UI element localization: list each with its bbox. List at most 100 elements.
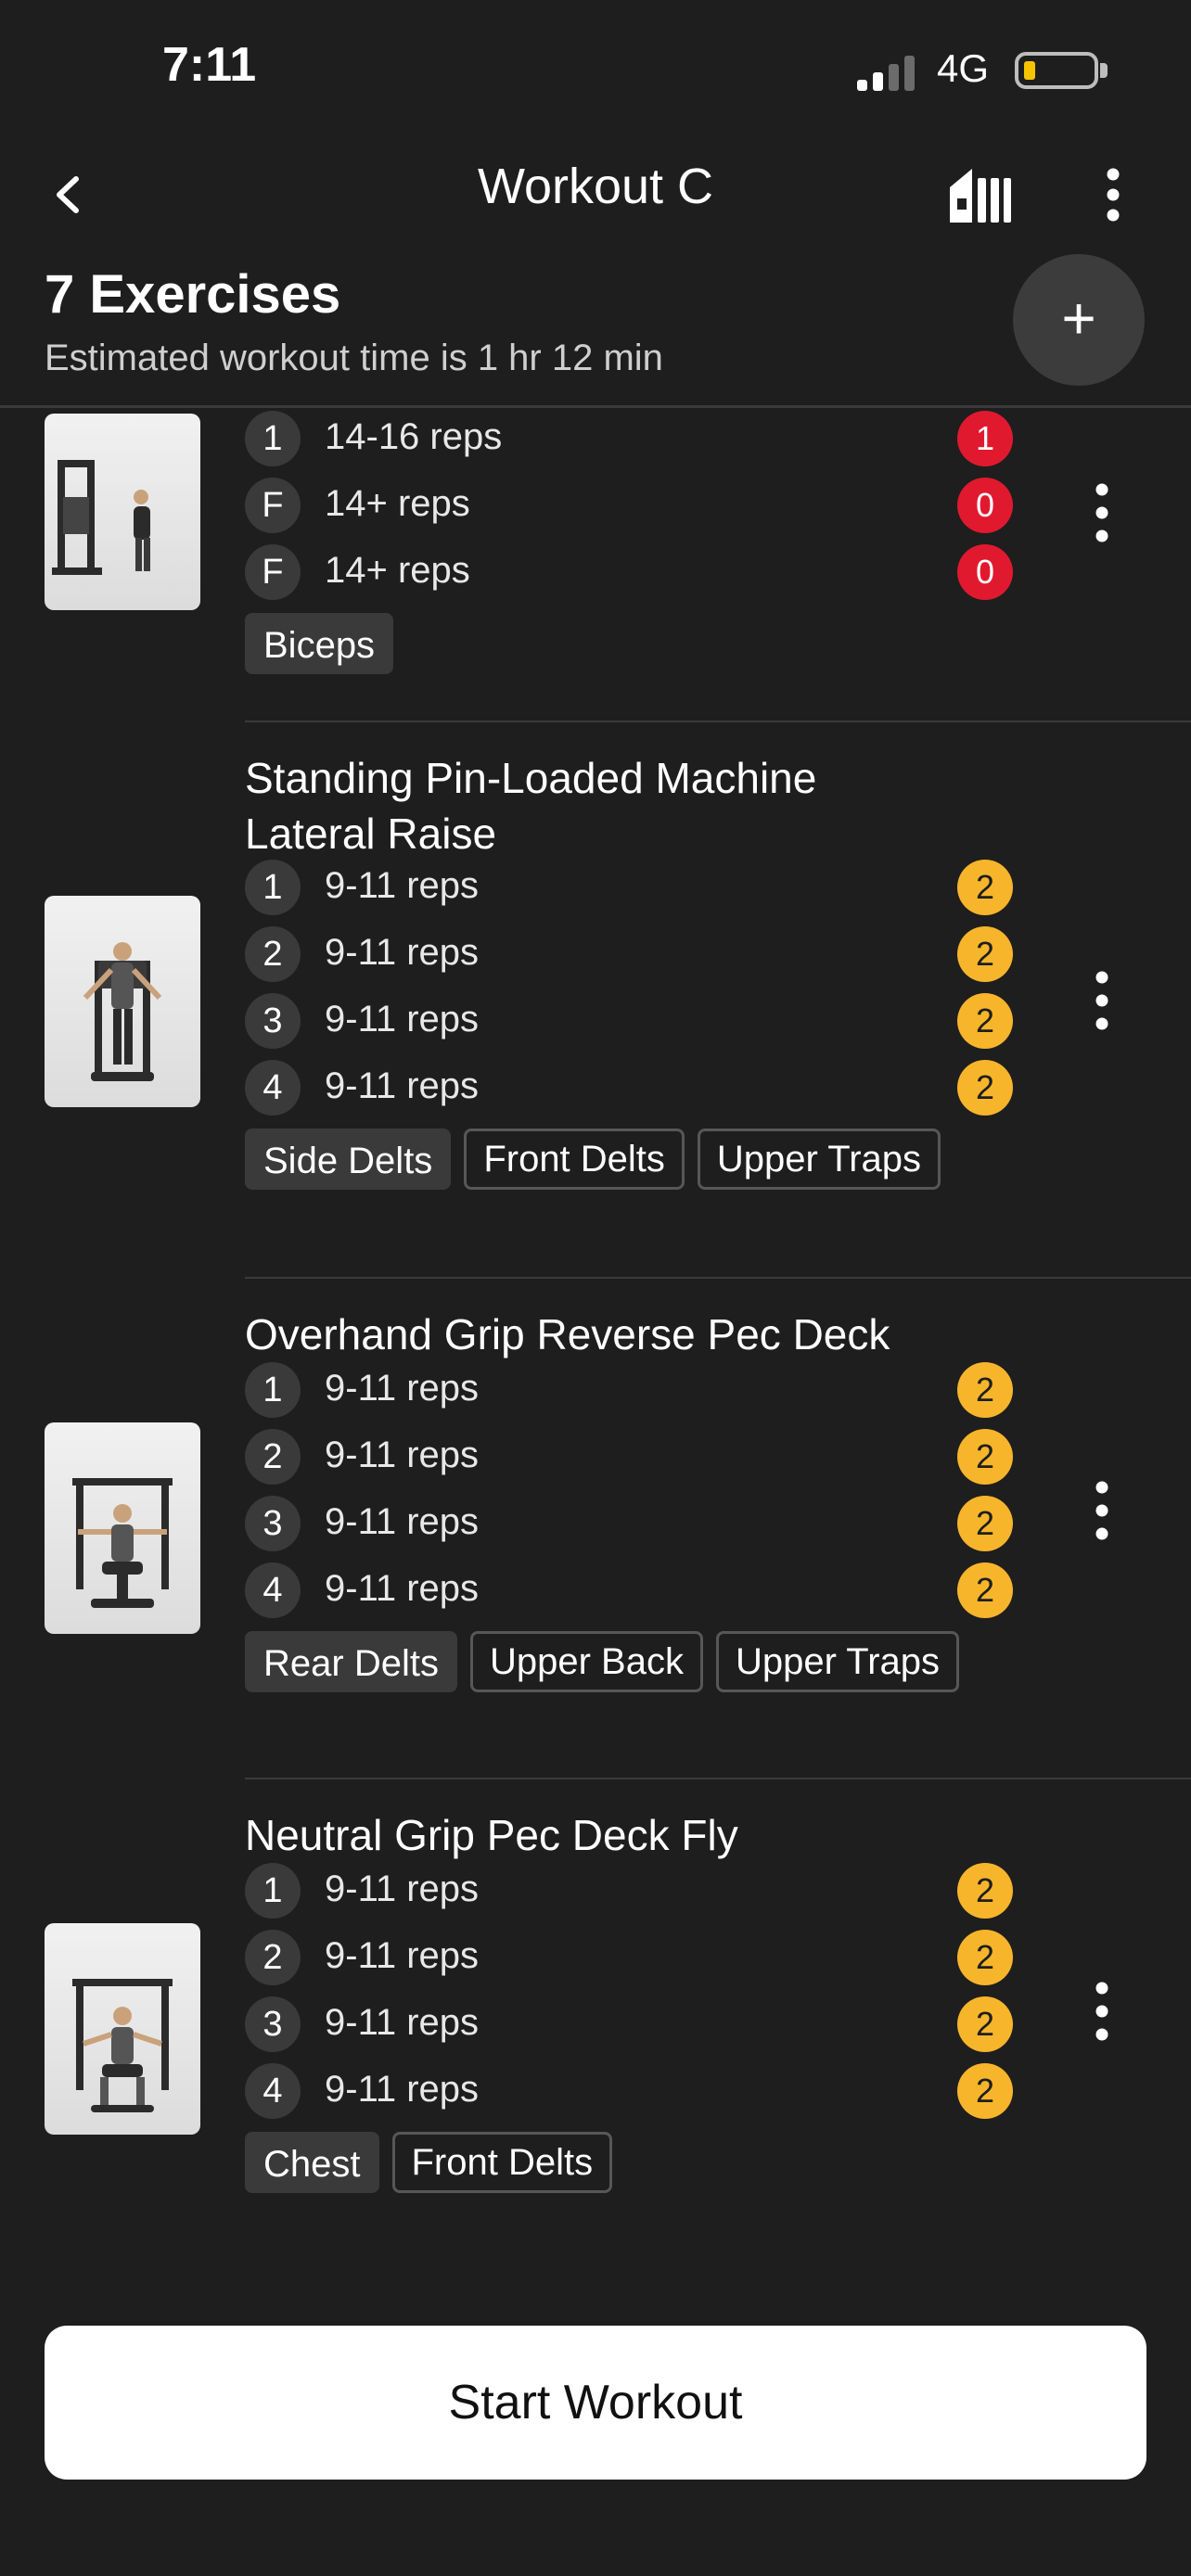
muscle-tag: Front Delts bbox=[391, 2132, 613, 2193]
set-number: 4 bbox=[245, 1562, 301, 1618]
rir-badge: 2 bbox=[957, 1496, 1013, 1551]
network-type: 4G bbox=[937, 46, 990, 90]
exercise-more-icon[interactable] bbox=[1083, 968, 1121, 1033]
battery-tip bbox=[1100, 63, 1108, 78]
set-row: 2 9-11 reps 2 bbox=[245, 1930, 1015, 1985]
set-row: 2 9-11 reps 2 bbox=[245, 1429, 1015, 1485]
exercise-list[interactable]: 1 14-16 reps 1 F 14+ reps 0 F 14+ reps 0… bbox=[0, 411, 1191, 2256]
exercise-name[interactable]: Lateral Raise bbox=[245, 806, 987, 861]
rir-badge: 1 bbox=[957, 411, 1013, 466]
set-number: 3 bbox=[245, 1496, 301, 1551]
exercise-name[interactable]: Standing Pin-Loaded Machine bbox=[245, 750, 987, 806]
set-reps: 9-11 reps bbox=[325, 999, 480, 1039]
exercise-count: 7 Exercises bbox=[45, 264, 341, 325]
set-number: 1 bbox=[245, 411, 301, 466]
muscle-tags: Side Delts Front Delts Upper Traps bbox=[245, 1129, 954, 1193]
set-number: F bbox=[245, 478, 301, 533]
exercise-more-icon[interactable] bbox=[1083, 1478, 1121, 1543]
workout-header: 7 Exercises Estimated workout time is 1 … bbox=[0, 250, 1191, 408]
rir-badge: 2 bbox=[957, 1060, 1013, 1116]
exercise-item[interactable]: 1 14-16 reps 1 F 14+ reps 0 F 14+ reps 0… bbox=[0, 411, 1191, 721]
set-reps: 9-11 reps bbox=[325, 1501, 480, 1542]
rir-badge: 2 bbox=[957, 926, 1013, 982]
muscle-tags: Chest Front Delts bbox=[245, 2132, 625, 2197]
nav-bar: Workout C bbox=[0, 148, 1191, 241]
exercise-thumbnail[interactable] bbox=[45, 1422, 200, 1634]
rir-badge: 0 bbox=[957, 544, 1013, 600]
set-reps: 9-11 reps bbox=[325, 932, 480, 973]
set-number: 2 bbox=[245, 1429, 301, 1485]
page-title: Workout C bbox=[477, 159, 714, 214]
set-row: 4 9-11 reps 2 bbox=[245, 1562, 1015, 1618]
set-row: 2 9-11 reps 2 bbox=[245, 926, 1015, 982]
muscle-tag: Upper Traps bbox=[715, 1631, 960, 1692]
set-reps: 9-11 reps bbox=[325, 2002, 480, 2043]
set-reps: 14+ reps bbox=[325, 550, 470, 591]
exercise-item[interactable]: Standing Pin-Loaded Machine Lateral Rais… bbox=[0, 722, 1191, 1223]
exercise-item[interactable]: Neutral Grip Pec Deck Fly 1 9-11 reps 2 bbox=[0, 1779, 1191, 2256]
add-exercise-button[interactable]: + bbox=[1013, 254, 1145, 386]
muscle-tag: Front Delts bbox=[464, 1129, 685, 1190]
muscle-tag: Upper Traps bbox=[697, 1129, 941, 1190]
set-row: 1 14-16 reps 1 bbox=[245, 411, 1015, 466]
set-row: 3 9-11 reps 2 bbox=[245, 993, 1015, 1049]
more-vertical-icon[interactable] bbox=[1095, 167, 1132, 223]
estimated-time: Estimated workout time is 1 hr 12 min bbox=[45, 338, 663, 378]
exercise-more-icon[interactable] bbox=[1083, 480, 1121, 545]
set-row: 3 9-11 reps 2 bbox=[245, 1496, 1015, 1551]
set-reps: 9-11 reps bbox=[325, 1935, 480, 1976]
exercise-thumbnail[interactable] bbox=[45, 896, 200, 1107]
muscle-tag: Rear Delts bbox=[245, 1631, 457, 1692]
set-number: 1 bbox=[245, 860, 301, 915]
set-reps: 9-11 reps bbox=[325, 1568, 480, 1609]
muscle-tags: Rear Delts Upper Back Upper Traps bbox=[245, 1631, 972, 1696]
set-number: 3 bbox=[245, 993, 301, 1049]
start-workout-button[interactable]: Start Workout bbox=[45, 2326, 1146, 2480]
rir-badge: 0 bbox=[957, 478, 1013, 533]
set-reps: 9-11 reps bbox=[325, 2069, 480, 2110]
muscle-tags: Biceps bbox=[245, 613, 406, 678]
set-row: 1 9-11 reps 2 bbox=[245, 1863, 1015, 1919]
rir-badge: 2 bbox=[957, 993, 1013, 1049]
rir-badge: 2 bbox=[957, 860, 1013, 915]
set-reps: 9-11 reps bbox=[325, 1065, 480, 1106]
muscle-tag: Chest bbox=[245, 2132, 379, 2193]
exercise-more-icon[interactable] bbox=[1083, 1979, 1121, 2044]
set-reps: 14+ reps bbox=[325, 483, 470, 524]
exercise-name[interactable]: Overhand Grip Reverse Pec Deck bbox=[245, 1307, 987, 1362]
muscle-tag: Biceps bbox=[245, 613, 394, 674]
rir-badge: 2 bbox=[957, 1362, 1013, 1418]
set-row: 4 9-11 reps 2 bbox=[245, 2063, 1015, 2119]
gym-icon[interactable] bbox=[946, 167, 1011, 223]
rir-badge: 2 bbox=[957, 1863, 1013, 1919]
set-reps: 9-11 reps bbox=[325, 1435, 480, 1475]
set-number: 1 bbox=[245, 1863, 301, 1919]
set-reps: 14-16 reps bbox=[325, 416, 503, 457]
status-time: 7:11 bbox=[162, 38, 257, 92]
exercise-name[interactable]: Neutral Grip Pec Deck Fly bbox=[245, 1807, 987, 1863]
back-chevron-icon[interactable] bbox=[46, 172, 93, 218]
muscle-tag: Upper Back bbox=[469, 1631, 703, 1692]
set-number: 3 bbox=[245, 1996, 301, 2052]
set-row: F 14+ reps 0 bbox=[245, 544, 1015, 600]
exercise-thumbnail[interactable] bbox=[45, 1923, 200, 2135]
status-bar: 7:11 4G bbox=[0, 0, 1191, 139]
plus-icon: + bbox=[1061, 285, 1096, 351]
rir-badge: 2 bbox=[957, 1429, 1013, 1485]
rir-badge: 2 bbox=[957, 1930, 1013, 1985]
rir-badge: 2 bbox=[957, 2063, 1013, 2119]
set-reps: 9-11 reps bbox=[325, 1368, 480, 1409]
set-row: 1 9-11 reps 2 bbox=[245, 1362, 1015, 1418]
muscle-tag: Side Delts bbox=[245, 1129, 452, 1190]
exercise-thumbnail[interactable] bbox=[45, 414, 200, 610]
battery-icon bbox=[1015, 52, 1098, 89]
set-number: 4 bbox=[245, 1060, 301, 1116]
rir-badge: 2 bbox=[957, 1562, 1013, 1618]
set-number: 2 bbox=[245, 1930, 301, 1985]
set-number: 4 bbox=[245, 2063, 301, 2119]
exercise-item[interactable]: Overhand Grip Reverse Pec Deck 1 9-11 re… bbox=[0, 1279, 1191, 1779]
set-number: F bbox=[245, 544, 301, 600]
rir-badge: 2 bbox=[957, 1996, 1013, 2052]
set-row: 4 9-11 reps 2 bbox=[245, 1060, 1015, 1116]
set-row: 1 9-11 reps 2 bbox=[245, 860, 1015, 915]
